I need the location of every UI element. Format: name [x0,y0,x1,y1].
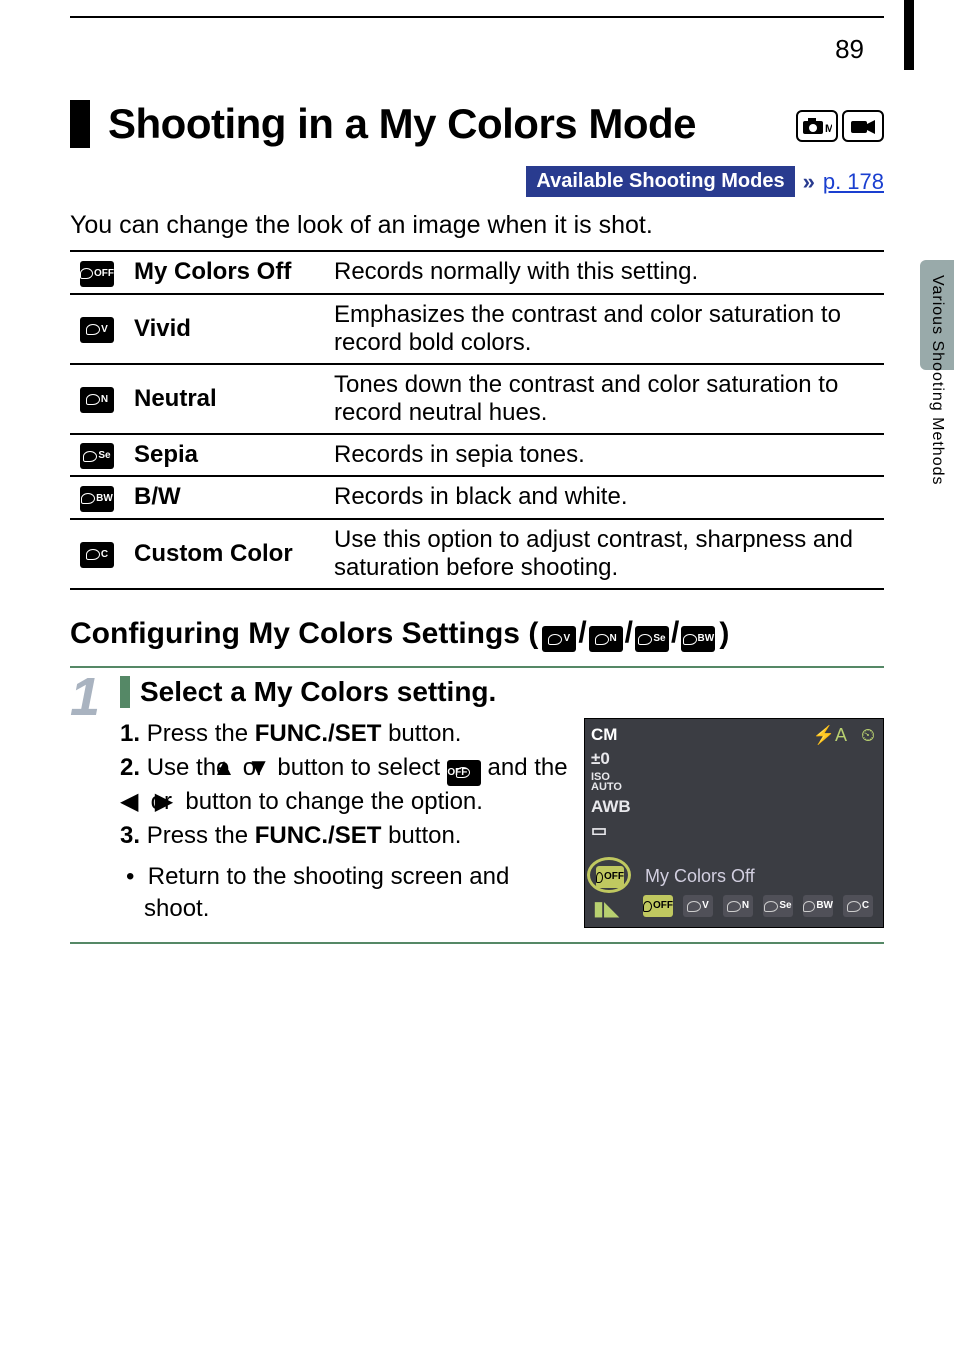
lcd-mode-cm: CM [591,725,631,745]
subsection-title: Configuring My Colors Settings ( V/N/Se/… [70,616,884,653]
lcd-selected-icon: OFF [596,866,624,888]
mode-icon-cell: OFF [70,251,124,294]
my-colors-v-icon: V [80,317,114,343]
table-row: C Custom ColorUse this option to adjust c… [70,519,884,589]
mode-name: Sepia [124,434,324,477]
mode-description: Records normally with this setting. [324,251,884,294]
svg-text:M: M [825,123,832,135]
section-title: Shooting in a My Colors Mode [108,100,796,148]
mode-name: My Colors Off [124,251,324,294]
title-mode-icons: M [796,110,884,142]
lcd-awb: AWB [591,797,631,817]
mode-name: B/W [124,476,324,519]
manual-page: 89 Various Shooting Methods Shooting in … [0,0,954,1351]
step-item-3: 3. Press the FUNC./SET button. [144,820,570,852]
separator: / [625,616,633,649]
lcd-screenshot: CM ±0 ISOAUTO AWB ▭ ⚡A ⏲ OFF My Colors O… [584,718,884,928]
mode-name: Vivid [124,294,324,364]
lcd-option-row: OFF VN Se BW C [643,895,873,917]
step-item-1: 1. Press the FUNC./SET button. [144,718,570,750]
side-tab-label: Various Shooting Methods [928,275,946,485]
my-colors-bw-icon: BW [80,486,114,512]
lcd-histogram-icon: ▮◣ [593,896,619,921]
mode-icon-cell: V [70,294,124,364]
title-accent-bar [70,100,90,148]
mode-icon-cell: Se [70,434,124,477]
step-title-bar [120,676,130,708]
chevron-right-icon: » [803,169,815,195]
flash-auto-icon: ⚡A [813,725,847,746]
lcd-option-c-icon: C [843,895,873,917]
lcd-selection-ring: OFF [587,857,631,893]
available-modes-label: Available Shooting Modes [526,166,794,197]
intro-text: You can change the look of an image when… [70,211,884,240]
my-colors-v-icon: V [542,626,576,652]
mode-icon-cell: C [70,519,124,589]
step-bullet: • Return to the shooting screen and shoo… [120,861,570,926]
mode-description: Records in black and white. [324,476,884,519]
self-timer-icon: ⏲ [861,725,875,746]
step-block: 1 Select a My Colors setting. 1. Press t… [70,666,884,944]
mode-description: Emphasizes the contrast and color satura… [324,294,884,364]
lcd-option-off-icon: OFF [643,895,673,917]
mode-name: Custom Color [124,519,324,589]
mode-icon-cell: N [70,364,124,434]
mode-description: Tones down the contrast and color satura… [324,364,884,434]
table-row: N NeutralTones down the contrast and colo… [70,364,884,434]
mode-description: Use this option to adjust contrast, shar… [324,519,884,589]
separator: / [578,616,586,649]
camera-m-icon: M [796,110,838,142]
my-colors-n-icon: N [589,626,623,652]
table-row: Se SepiaRecords in sepia tones. [70,434,884,477]
lcd-top-right: ⚡A ⏲ [813,725,875,746]
section-title-block: Shooting in a My Colors Mode M [70,100,884,148]
lcd-drive: ▭ [591,821,631,841]
step-item-2: 2. Use the ▲ or ▼ button to select OFF a… [144,752,570,818]
lcd-option-v-icon: V [683,895,713,917]
movie-icon [842,110,884,142]
page-reference-link[interactable]: p. 178 [823,169,884,195]
mode-icon-cell: BW [70,476,124,519]
lcd-option-bw-icon: BW [803,895,833,917]
available-modes-row: Available Shooting Modes » p. 178 [70,166,884,197]
lcd-option-se-icon: Se [763,895,793,917]
step-title: Select a My Colors setting. [140,676,496,708]
my-colors-se-icon: Se [635,626,669,652]
my-colors-se-icon: Se [80,443,114,469]
lcd-iso: ISOAUTO [591,773,631,793]
step-instructions: 1. Press the FUNC./SET button. 2. Use th… [120,718,570,928]
my-colors-bw-icon: BW [681,626,715,652]
my-colors-off-icon: OFF [447,760,481,786]
table-row: BW B/WRecords in black and white. [70,476,884,519]
step-number: 1 [70,676,110,928]
subsection-title-prefix: Configuring My Colors Settings ( [70,617,538,651]
separator: / [671,616,679,649]
lcd-option-label: My Colors Off [645,866,755,887]
page-number: 89 [835,34,864,65]
lcd-exp-comp: ±0 [591,749,631,769]
lcd-option-n-icon: N [723,895,753,917]
mode-name: Neutral [124,364,324,434]
my-colors-table: OFF My Colors OffRecords normally with th… [70,250,884,590]
top-accent-bar [904,0,914,70]
top-rule [70,16,884,18]
my-colors-n-icon: N [80,387,114,413]
my-colors-off-icon: OFF [80,261,114,287]
table-row: V VividEmphasizes the contrast and color … [70,294,884,364]
my-colors-c-icon: C [80,542,114,568]
mode-description: Records in sepia tones. [324,434,884,477]
lcd-left-column: CM ±0 ISOAUTO AWB ▭ [591,725,631,841]
subsection-title-suffix: ) [719,617,729,651]
table-row: OFF My Colors OffRecords normally with th… [70,251,884,294]
